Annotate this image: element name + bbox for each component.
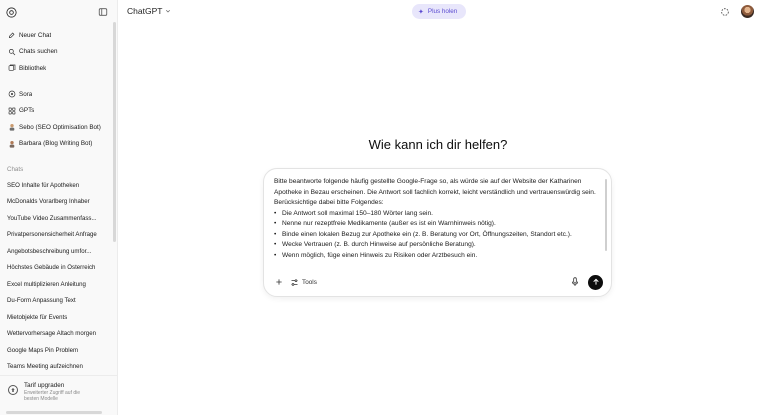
sidebar-top (5, 5, 109, 19)
add-attachment-button[interactable] (272, 275, 286, 289)
composer-scrollbar[interactable] (605, 179, 607, 251)
arrow-up-icon (592, 278, 599, 285)
search-icon (7, 47, 16, 56)
sidebar-item-label: Barbara (Blog Writing Bot) (19, 140, 93, 148)
sidebar-item-sora[interactable]: Sora (2, 86, 113, 103)
edit-icon (7, 31, 16, 40)
chat-history-label: Google Maps Pin Problem (7, 346, 79, 354)
chat-history-label: Höchstes Gebäude in Österreich (7, 264, 96, 272)
prompt-consider: Berücksichtige dabei bitte Folgendes: (274, 199, 384, 206)
get-plus-label: Plus holen (427, 8, 458, 15)
sidebar-item-barbara[interactable]: Barbara (Blog Writing Bot) (2, 136, 113, 153)
chat-history-label: McDonalds Vorarlberg Inhaber (7, 198, 90, 206)
sidebar-horizontal-scrollbar[interactable] (6, 411, 102, 414)
chat-history-item[interactable]: Excel multiplizieren Anleitung (2, 276, 113, 293)
sidebar-item-label: Chats suchen (19, 48, 58, 56)
sidebar-item-label: Sebo (SEO Optimisation Bot) (19, 123, 101, 131)
chat-history-label: Angebotsbeschreibung umfor... (7, 247, 92, 255)
main-area: ChatGPT ✦ Plus holen Wie kann ich dir he… (118, 0, 758, 415)
prompt-bullet-item: Binde einen lokalen Bezug zur Apotheke e… (274, 230, 602, 241)
bot-avatar-icon (7, 123, 16, 132)
chevron-down-icon (166, 9, 171, 13)
sidebar: Neuer Chat Chats suchen Bibliothek Sora … (0, 0, 118, 415)
chat-history-label: SEO Inhalte für Apotheken (7, 181, 80, 189)
upgrade-title: Tarif upgraden (24, 382, 65, 389)
sidebar-item-new-chat[interactable]: Neuer Chat (2, 27, 113, 44)
chat-history-item[interactable]: SEO Inhalte für Apotheken (2, 177, 113, 194)
chat-history-item[interactable]: Teams Meeting aufzeichnen (2, 359, 113, 376)
prompt-composer[interactable]: Bitte beantworte folgende häufig gestell… (263, 168, 612, 297)
chat-history-item[interactable]: Wettervorhersage Altach morgen (2, 326, 113, 343)
prompt-bullet-item: Wenn möglich, füge einen Hinweis zu Risi… (274, 251, 602, 262)
prompt-bullet-item: Wecke Vertrauen (z. B. durch Hinweise au… (274, 240, 602, 251)
upgrade-text: Tarif upgraden Erweiterter Zugriff auf d… (24, 382, 94, 402)
chat-history-item[interactable]: Privatpersonensicherheit Anfrage (2, 227, 113, 244)
sidebar-toggle-icon[interactable] (97, 6, 109, 18)
get-plus-button[interactable]: ✦ Plus holen (412, 4, 467, 19)
prompt-bullet-item: Nenne nur rezeptfreie Medikamente (außer… (274, 219, 602, 230)
sidebar-item-gpts[interactable]: GPTs (2, 103, 113, 120)
chat-history-label: Teams Meeting aufzeichnen (7, 363, 83, 371)
prompt-textarea[interactable]: Bitte beantworte folgende häufig gestell… (274, 177, 602, 277)
chat-history-label: Wettervorhersage Altach morgen (7, 330, 96, 338)
sidebar-item-label: Neuer Chat (19, 31, 52, 39)
chats-heading: Chats (7, 166, 24, 173)
sparkle-icon: ✦ (418, 8, 424, 16)
tools-icon (291, 278, 298, 286)
tools-button[interactable]: Tools (290, 278, 317, 287)
chat-history-item[interactable]: Du-Form Anpassung Text (2, 293, 113, 310)
user-avatar[interactable] (741, 5, 754, 18)
chat-history-list: SEO Inhalte für Apotheken McDonalds Vorar… (2, 177, 113, 375)
chat-history-item[interactable]: Höchstes Gebäude in Österreich (2, 260, 113, 277)
temporary-chat-icon[interactable] (719, 6, 731, 18)
sidebar-item-label: Bibliothek (19, 64, 47, 72)
grid-icon (7, 106, 16, 115)
sidebar-scrollbar[interactable] (113, 22, 116, 242)
chat-history-label: Excel multiplizieren Anleitung (7, 280, 86, 288)
sidebar-item-search-chats[interactable]: Chats suchen (2, 44, 113, 61)
sidebar-item-sebo[interactable]: Sebo (SEO Optimisation Bot) (2, 119, 113, 136)
chat-history-label: Du-Form Anpassung Text (7, 297, 76, 305)
upgrade-plan-button[interactable]: Tarif upgraden Erweiterter Zugriff auf d… (0, 375, 117, 415)
chat-history-label: Privatpersonensicherheit Anfrage (7, 231, 97, 239)
microphone-icon (571, 277, 579, 286)
top-bar: ChatGPT ✦ Plus holen (118, 0, 758, 24)
model-name: ChatGPT (127, 6, 163, 16)
library-icon (7, 64, 16, 73)
sidebar-item-label: GPTs (19, 107, 35, 115)
page-title: Wie kann ich dir helfen? (368, 137, 508, 152)
chat-history-label: YouTube Video Zusammenfass... (7, 214, 97, 222)
prompt-intro: Bitte beantworte folgende häufig gestell… (274, 178, 596, 196)
sidebar-item-library[interactable]: Bibliothek (2, 60, 113, 77)
sidebar-nav: Neuer Chat Chats suchen Bibliothek (2, 27, 113, 77)
upgrade-icon (8, 385, 18, 395)
model-selector[interactable]: ChatGPT (127, 6, 171, 16)
sidebar-apps: Sora GPTs Sebo (SEO Optimisation Bot) Ba… (2, 86, 113, 152)
composer-toolbar: Tools (272, 274, 603, 290)
send-button[interactable] (588, 274, 603, 290)
dictate-button[interactable] (569, 275, 581, 289)
chat-history-item[interactable]: Mietobjekte für Events (2, 309, 113, 326)
chat-history-item[interactable]: Angebotsbeschreibung umfor... (2, 243, 113, 260)
prompt-bullet-item: Die Antwort soll maximal 150–180 Wörter … (274, 209, 602, 220)
sora-icon (7, 90, 16, 99)
sidebar-item-label: Sora (19, 90, 33, 98)
chat-history-item[interactable]: YouTube Video Zusammenfass... (2, 210, 113, 227)
chat-history-item[interactable]: Google Maps Pin Problem (2, 342, 113, 359)
bot-avatar-icon (7, 139, 16, 148)
chat-history-item[interactable]: McDonalds Vorarlberg Inhaber (2, 194, 113, 211)
plus-icon (276, 279, 282, 285)
upgrade-subtitle: Erweiterter Zugriff auf die besten Model… (24, 390, 81, 402)
chat-history-label: Mietobjekte für Events (7, 313, 68, 321)
openai-logo-icon[interactable] (5, 6, 17, 18)
prompt-bullet-list: Die Antwort soll maximal 150–180 Wörter … (274, 209, 602, 262)
tools-label: Tools (302, 278, 317, 286)
